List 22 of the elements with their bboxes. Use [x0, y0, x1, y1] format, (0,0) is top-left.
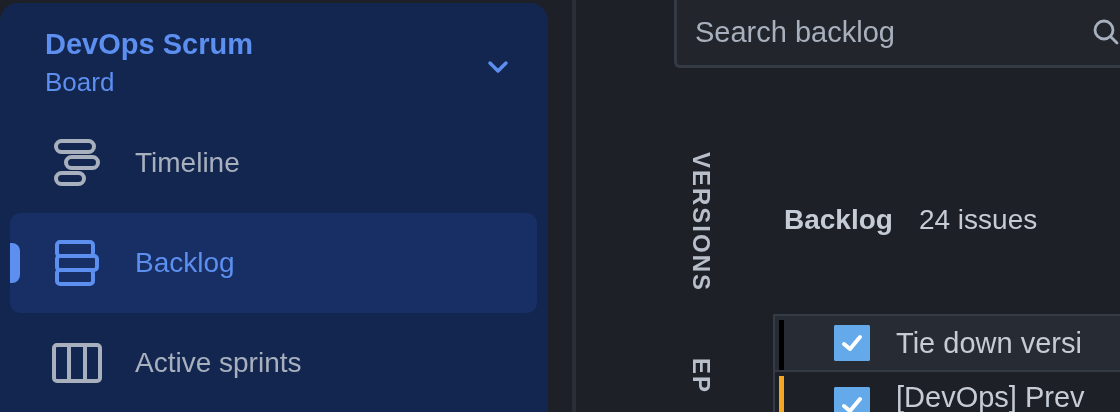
- issue-count: 24 issues: [918, 204, 1038, 236]
- chevron-down-icon[interactable]: [487, 60, 509, 74]
- issue-row[interactable]: Tie down versi: [775, 316, 1120, 372]
- issue-title: Tie down versi: [896, 326, 1082, 360]
- side-tab[interactable]: VERSIONS: [684, 152, 714, 293]
- project-name: DevOps Scrum: [45, 28, 253, 61]
- search-input[interactable]: Search backlog: [693, 14, 1092, 50]
- board-name: Board: [45, 67, 116, 98]
- issue-row[interactable]: [DevOps] Prev: [775, 372, 1120, 412]
- side-tab[interactable]: EP: [684, 358, 714, 395]
- backlog-icon: [52, 240, 102, 286]
- backlog-title: Backlog: [784, 204, 893, 236]
- nav-item[interactable]: Backlog: [10, 213, 537, 313]
- nav-item[interactable]: Active sprints: [10, 313, 537, 412]
- issue-title: [DevOps] Prev: [896, 380, 1085, 412]
- timeline-icon: [52, 138, 102, 188]
- board-columns-icon: [52, 343, 102, 383]
- selection-indicator: [10, 243, 20, 283]
- search-field[interactable]: Search backlog: [674, 0, 1120, 68]
- search-icon: [1092, 18, 1120, 46]
- nav-item[interactable]: Timeline: [10, 113, 537, 213]
- checkbox[interactable]: [834, 325, 870, 361]
